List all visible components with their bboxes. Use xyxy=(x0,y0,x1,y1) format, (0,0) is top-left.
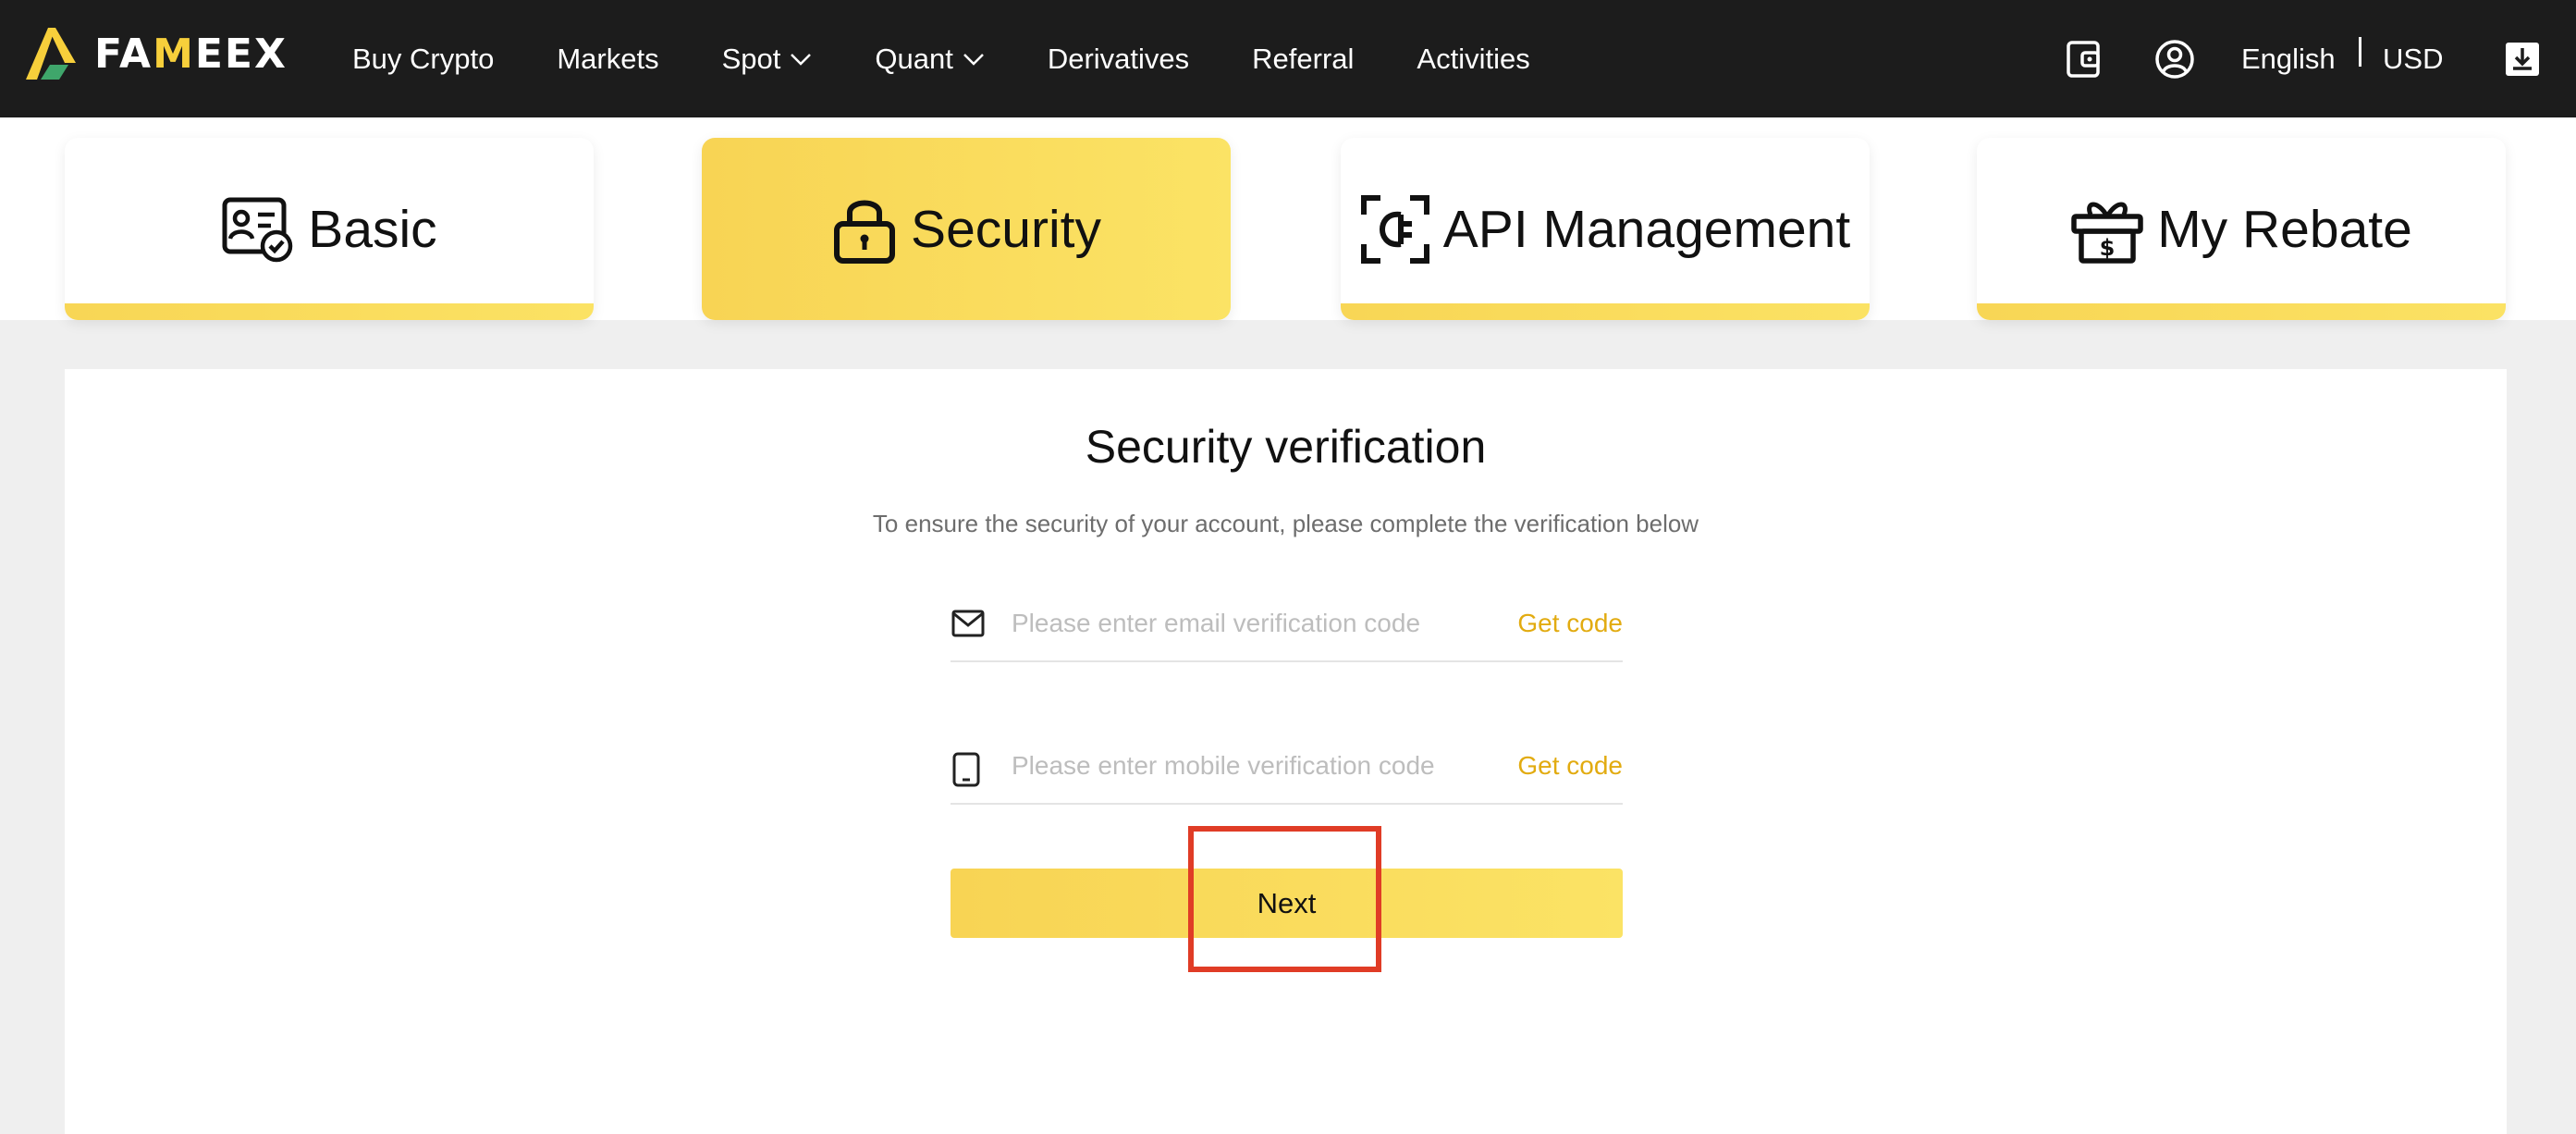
email-code-field: Get code xyxy=(951,596,1623,662)
api-icon xyxy=(1360,194,1429,264)
page-title: Security verification xyxy=(1085,421,1487,473)
nav-buy-crypto[interactable]: Buy Crypto xyxy=(352,43,494,76)
svg-text:$: $ xyxy=(2100,235,2116,261)
account-button[interactable] xyxy=(2154,0,2195,117)
currency-selector[interactable]: USD xyxy=(2383,0,2443,117)
tab-basic-label: Basic xyxy=(308,199,437,259)
download-button[interactable] xyxy=(2504,0,2541,117)
nav-spot[interactable]: Spot xyxy=(722,43,813,76)
security-verification-panel: Security verification To ensure the secu… xyxy=(65,369,2507,1134)
wallet-button[interactable] xyxy=(2066,0,2103,117)
account-tabs: Basic Security API Management $ My Rebat… xyxy=(0,117,2576,320)
nav-derivatives[interactable]: Derivatives xyxy=(1048,43,1189,76)
tab-my-rebate[interactable]: $ My Rebate xyxy=(1977,138,2506,320)
fameex-logo[interactable]: FAMEEX xyxy=(24,26,288,81)
phone-icon xyxy=(952,752,980,787)
tab-security[interactable]: Security xyxy=(702,138,1231,320)
tab-security-label: Security xyxy=(911,199,1101,259)
nav-markets[interactable]: Markets xyxy=(557,43,658,76)
logo-wordmark: FAMEEX xyxy=(94,30,288,78)
gift-icon: $ xyxy=(2071,202,2143,264)
id-card-icon xyxy=(222,197,293,262)
chevron-down-icon xyxy=(791,53,812,66)
wallet-icon xyxy=(2067,40,2100,78)
next-button[interactable]: Next xyxy=(951,869,1623,938)
page-subtitle: To ensure the security of your account, … xyxy=(872,510,1699,537)
nav-referral[interactable]: Referral xyxy=(1252,43,1354,76)
mail-icon xyxy=(951,610,985,637)
download-icon xyxy=(2506,42,2539,76)
language-selector[interactable]: English xyxy=(2241,0,2336,117)
user-icon xyxy=(2155,39,2194,79)
logo-mark-icon xyxy=(26,28,76,80)
tab-api-management-label: API Management xyxy=(1442,199,1851,259)
main-nav: Buy Crypto Markets Spot Quant Derivative… xyxy=(352,0,1593,117)
mobile-code-input[interactable] xyxy=(1012,746,1492,786)
email-get-code-button[interactable]: Get code xyxy=(1517,609,1623,638)
chevron-down-icon xyxy=(963,53,984,66)
tab-api-management[interactable]: API Management xyxy=(1341,138,1870,320)
lock-icon xyxy=(834,200,896,264)
tab-basic[interactable]: Basic xyxy=(65,138,594,320)
email-code-input[interactable] xyxy=(1012,603,1492,644)
nav-quant[interactable]: Quant xyxy=(875,43,984,76)
nav-activities[interactable]: Activities xyxy=(1417,43,1529,76)
top-navigation-bar: FAMEEX Buy Crypto Markets Spot Quant Der… xyxy=(0,0,2576,117)
tab-my-rebate-label: My Rebate xyxy=(2157,199,2412,259)
mobile-code-field: Get code xyxy=(951,738,1623,805)
mobile-get-code-button[interactable]: Get code xyxy=(1517,751,1623,781)
language-currency-divider xyxy=(2359,37,2361,67)
